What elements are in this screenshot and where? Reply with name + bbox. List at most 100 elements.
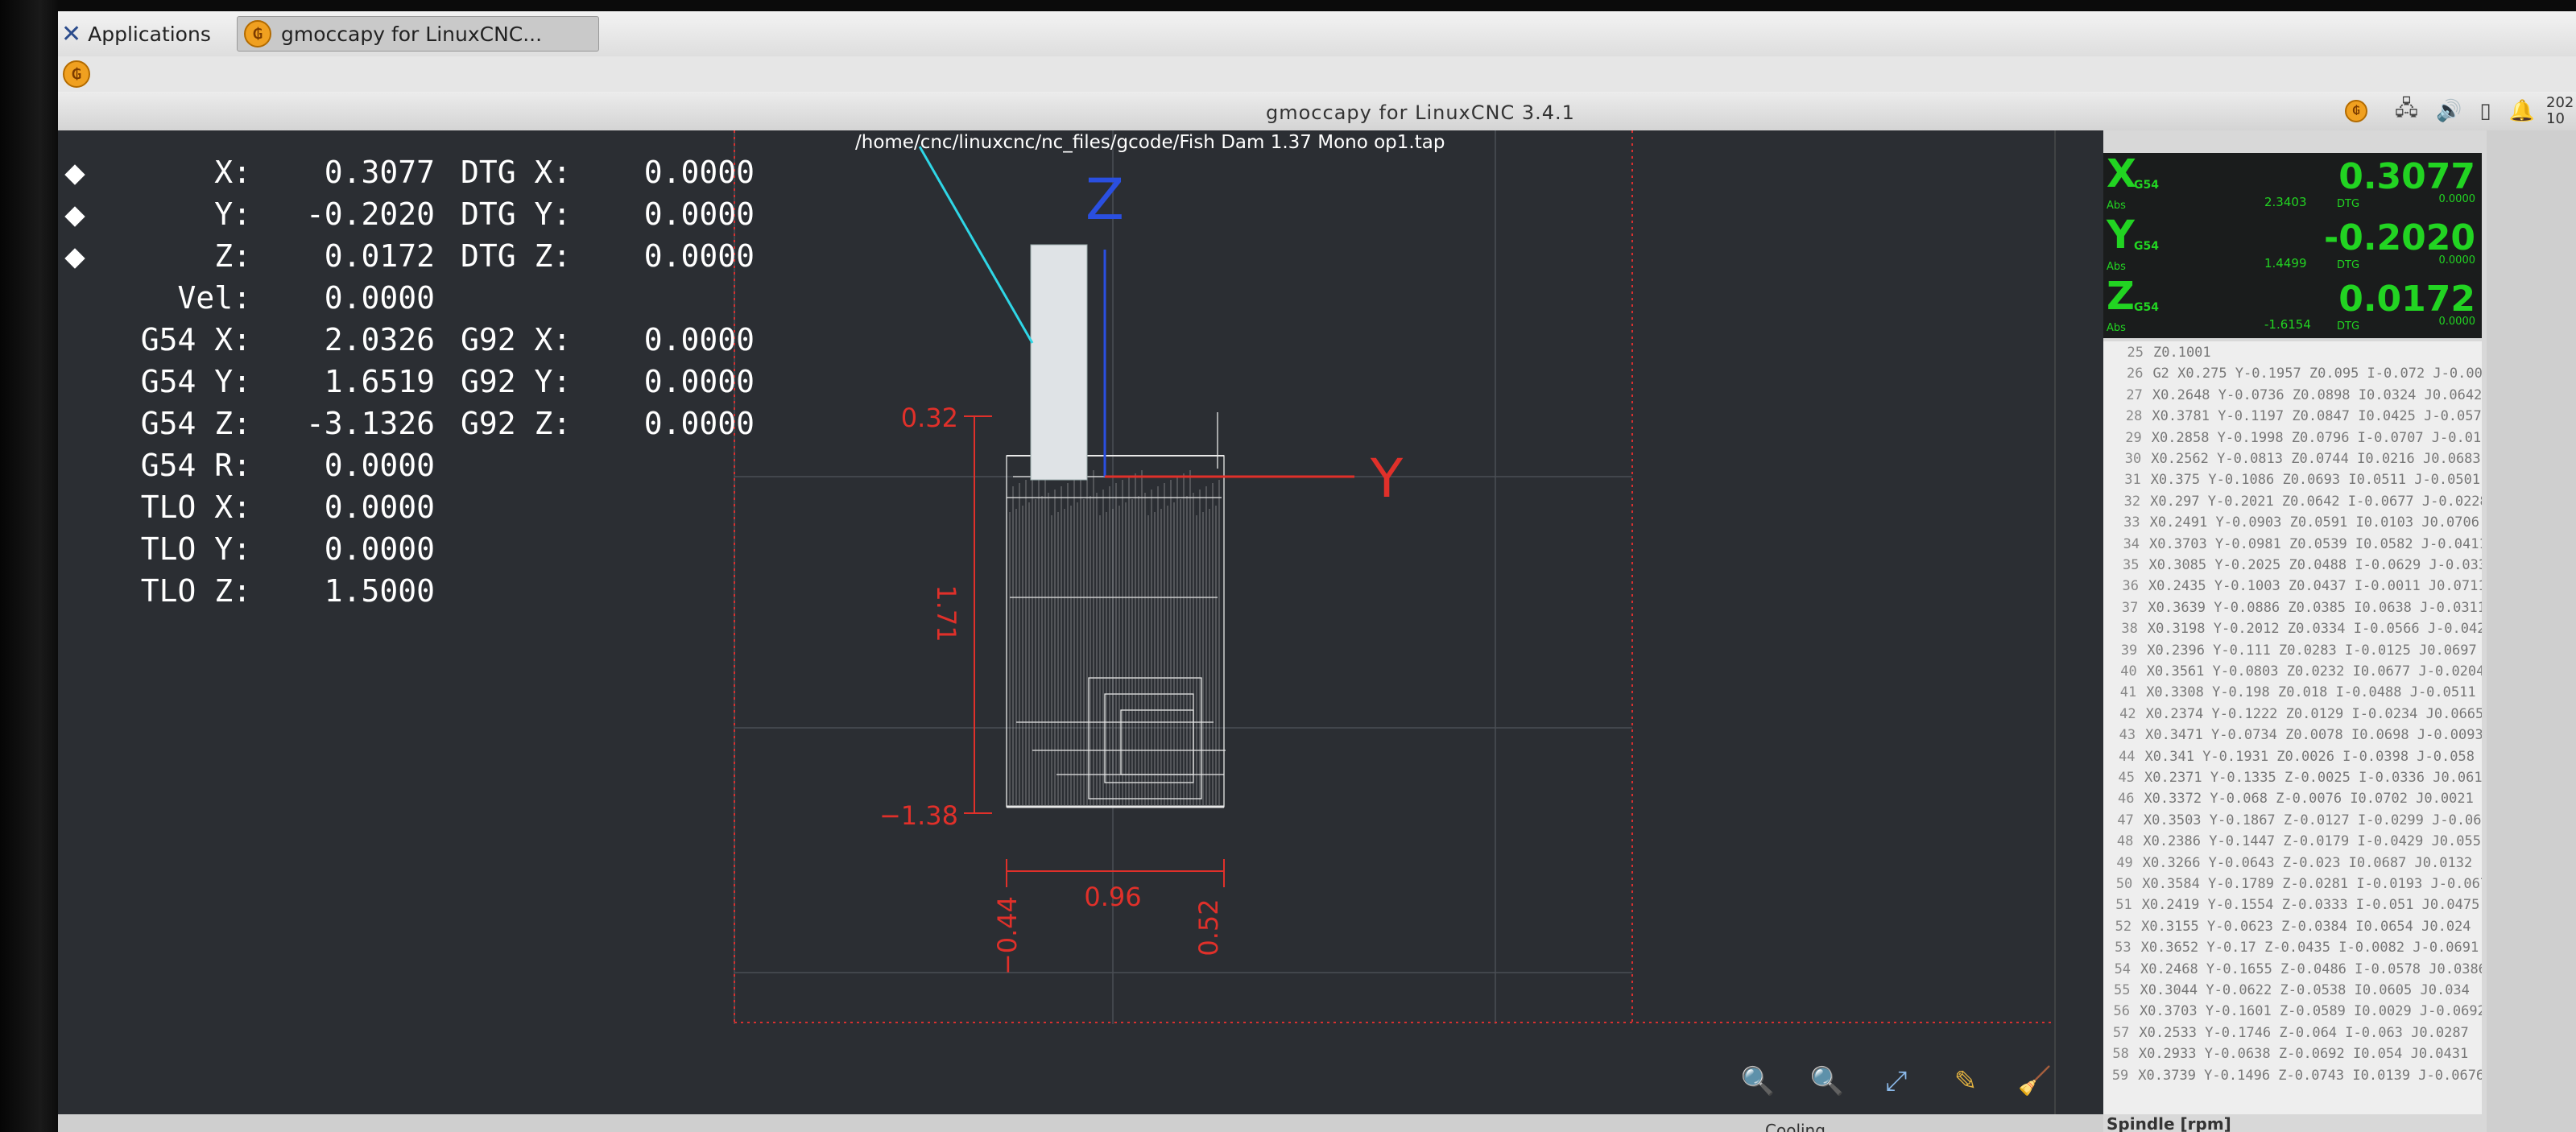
gmoccapy-launcher-icon[interactable]: ₲: [63, 60, 90, 88]
view-select-icon[interactable]: ⤢: [1879, 1064, 1913, 1098]
gcode-line[interactable]: 39 X0.2396 Y-0.111 Z0.0283 I-0.0125 J0.06…: [2103, 642, 2477, 663]
dro-value: 0.3077: [324, 155, 435, 190]
gcode-line[interactable]: 26 G2 X0.275 Y-0.1957 Z0.095 I-0.072 J-0.…: [2103, 366, 2482, 386]
abs-label: Abs: [2107, 200, 2126, 212]
abs-value: 2.3403: [2264, 195, 2307, 209]
gmoccapy-tray-icon[interactable]: ₲: [2345, 100, 2367, 122]
dro-label-2: G92 X:: [461, 322, 572, 357]
dro-value: 2.0326: [324, 322, 435, 357]
gcode-text: X0.2374 Y-0.1222 Z0.0129 I-0.0234 J0.066…: [2145, 705, 2482, 722]
gcode-line[interactable]: 40 X0.3561 Y-0.0803 Z0.0232 I0.0677 J-0.0…: [2103, 663, 2482, 684]
gcode-text: X0.3085 Y-0.2025 Z0.0488 I-0.0629 J-0.03…: [2148, 557, 2483, 573]
gcode-line[interactable]: 35 X0.3085 Y-0.2025 Z0.0488 I-0.0629 J-0.…: [2103, 557, 2482, 578]
gcode-line[interactable]: 56 X0.3703 Y-0.1601 Z-0.0589 I0.0029 J-0.…: [2103, 1003, 2482, 1024]
broom-icon[interactable]: 🧹: [2018, 1064, 2052, 1098]
gcode-line[interactable]: 51 X0.2419 Y-0.1554 Z-0.0333 I-0.051 J0.0…: [2103, 897, 2479, 918]
dtg-label: DTG: [2337, 320, 2360, 333]
gcode-line[interactable]: 25 Z0.1001: [2103, 345, 2482, 366]
gcode-line[interactable]: 42 X0.2374 Y-0.1222 Z0.0129 I-0.0234 J0.0…: [2103, 706, 2482, 727]
line-number: 25: [2127, 345, 2144, 361]
gcode-line[interactable]: 32 X0.297 Y-0.2021 Z0.0642 I-0.0677 J-0.0…: [2103, 494, 2482, 514]
gcode-line[interactable]: 27 X0.2648 Y-0.0736 Z0.0898 I0.0324 J0.06…: [2103, 387, 2482, 408]
line-number: 46: [2117, 791, 2135, 808]
clock[interactable]: 202 10: [2546, 95, 2574, 127]
taskbar-window-button[interactable]: ₲ gmoccapy for LinuxCNC...: [237, 16, 599, 52]
dtg-label: DTG: [2337, 259, 2360, 271]
gcode-text: X0.3372 Y-0.068 Z-0.0076 I0.0702 J0.0021: [2144, 791, 2474, 808]
gcode-line[interactable]: 43 X0.3471 Y-0.0734 Z0.0078 I0.0698 J-0.0…: [2103, 727, 2482, 748]
window-title: gmoccapy for LinuxCNC 3.4.1: [1266, 101, 1575, 124]
gcode-line[interactable]: 46 X0.3372 Y-0.068 Z-0.0076 I0.0702 J0.00…: [2103, 791, 2474, 812]
gcode-line[interactable]: 55 X0.3044 Y-0.0622 Z-0.0538 I0.0605 J0.0…: [2103, 982, 2470, 1003]
gcode-text: X0.2933 Y-0.0638 Z-0.0692 I0.054 J0.0431: [2138, 1046, 2469, 1063]
dro-value: 0.0000: [324, 448, 435, 483]
gcode-line[interactable]: 45 X0.2371 Y-0.1335 Z-0.0025 I-0.0336 J0.…: [2103, 770, 2482, 791]
applications-menu-button[interactable]: ✕ Applications: [61, 16, 230, 52]
gcode-line[interactable]: 52 X0.3155 Y-0.0623 Z-0.0384 I0.0654 J0.0…: [2103, 918, 2471, 940]
gcode-line[interactable]: 59 X0.3739 Y-0.1496 Z-0.0743 I0.0139 J-0.…: [2103, 1068, 2482, 1089]
gcode-line[interactable]: 44 X0.341 Y-0.1931 Z0.0026 I-0.0398 J-0.0…: [2103, 749, 2475, 770]
dro-label-2: DTG Z:: [461, 238, 572, 274]
gcode-line[interactable]: 30 X0.2562 Y-0.0813 Z0.0744 I0.0216 J0.06…: [2103, 451, 2481, 472]
gcode-line[interactable]: 28 X0.3781 Y-0.1197 Z0.0847 I0.0425 J-0.0…: [2103, 408, 2482, 429]
dtg-label: DTG: [2337, 198, 2360, 210]
notification-bell-icon[interactable]: 🔔: [2509, 99, 2535, 123]
gcode-line[interactable]: 34 X0.3703 Y-0.0981 Z0.0539 I0.0582 J-0.0…: [2103, 536, 2482, 557]
battery-icon[interactable]: ▯: [2479, 99, 2491, 123]
gcode-text: X0.3703 Y-0.0981 Z0.0539 I0.0582 J-0.041…: [2149, 535, 2482, 552]
abs-value: -1.6154: [2264, 317, 2311, 332]
dro-label-2: G92 Y:: [461, 364, 572, 399]
height-dimension: [964, 415, 992, 814]
volume-icon[interactable]: 🔊: [2436, 99, 2462, 123]
line-number: 52: [2115, 918, 2132, 935]
gcode-line[interactable]: 50 X0.3584 Y-0.1789 Z-0.0281 I-0.0193 J-0…: [2103, 876, 2482, 897]
dro-axis-y[interactable]: Y G54 -0.2020 Abs 1.4499 DTG 0.0000: [2103, 213, 2482, 275]
clock-line-1: 202: [2546, 94, 2574, 111]
gcode-line[interactable]: 47 X0.3503 Y-0.1867 Z-0.0127 I-0.0299 J-0…: [2103, 812, 2482, 833]
dro-label: Y:: [214, 196, 251, 232]
coolant-label: Cooling: [1765, 1121, 1826, 1132]
dro-axis-x[interactable]: X G54 0.3077 Abs 2.3403 DTG 0.0000: [2103, 151, 2482, 214]
line-number: 41: [2119, 684, 2137, 701]
gcode-line[interactable]: 29 X0.2858 Y-0.1998 Z0.0796 I-0.0707 J-0.…: [2103, 429, 2482, 451]
axis-value: -0.2020: [2323, 217, 2475, 258]
gcode-line[interactable]: 53 X0.3652 Y-0.17 Z-0.0435 I-0.0082 J-0.0…: [2103, 940, 2479, 961]
gcode-line[interactable]: 31 X0.375 Y-0.1086 Z0.0693 I0.0511 J-0.05…: [2103, 472, 2480, 493]
tool-body: [1030, 244, 1088, 481]
gcode-text: X0.3639 Y-0.0886 Z0.0385 I0.0638 J-0.031…: [2148, 599, 2482, 616]
gcode-text: X0.3781 Y-0.1197 Z0.0847 I0.0425 J-0.057…: [2152, 408, 2482, 425]
line-number: 29: [2125, 429, 2142, 446]
path-pointer-line: [918, 146, 1034, 344]
toolpath-preview[interactable]: Z Y 0.32 −1.38 1.71 0.96 −0.44 0.52 /hom…: [58, 130, 2103, 1132]
axis-letter: Y: [2107, 213, 2135, 258]
zoom-out-icon[interactable]: 🔍: [1810, 1064, 1844, 1098]
line-number: 58: [2112, 1046, 2129, 1063]
gcode-line[interactable]: 36 X0.2435 Y-0.1003 Z0.0437 I-0.0011 J0.0…: [2103, 578, 2482, 599]
dro-value: -3.1326: [305, 406, 435, 441]
dro-value: 0.0000: [324, 531, 435, 567]
gcode-line[interactable]: 54 X0.2468 Y-0.1655 Z-0.0486 I-0.0578 J0.…: [2103, 961, 2482, 982]
gcode-line[interactable]: 48 X0.2386 Y-0.1447 Z-0.0179 I-0.0429 J0.…: [2103, 833, 2482, 854]
pencil-icon[interactable]: ✎: [1949, 1064, 1983, 1098]
gcode-line[interactable]: 41 X0.3308 Y-0.198 Z0.018 I-0.0488 J-0.05…: [2103, 684, 2476, 705]
gcode-text: X0.2386 Y-0.1447 Z-0.0179 I-0.0429 J0.05…: [2143, 833, 2482, 850]
network-icon[interactable]: 🖧: [2395, 93, 2418, 129]
gcode-line[interactable]: 58 X0.2933 Y-0.0638 Z-0.0692 I0.054 J0.04…: [2103, 1046, 2469, 1067]
gcode-line[interactable]: 57 X0.2533 Y-0.1746 Z-0.064 I-0.063 J0.02…: [2103, 1025, 2469, 1046]
gcode-line[interactable]: 49 X0.3266 Y-0.0643 Z-0.023 I0.0687 J0.01…: [2103, 855, 2472, 876]
zoom-in-icon[interactable]: 🔍: [1741, 1064, 1775, 1098]
gcode-view[interactable]: 25 Z0.1001 26 G2 X0.275 Y-0.1957 Z0.095 I-0…: [2103, 341, 2482, 1114]
line-number: 51: [2115, 897, 2132, 914]
gcode-text: X0.3739 Y-0.1496 Z-0.0743 I0.0139 J-0.06…: [2138, 1067, 2482, 1084]
main-dro: X G54 0.3077 Abs 2.3403 DTG 0.0000 Y G54 -0.2020 A…: [2103, 151, 2482, 338]
xfce-logo-icon: ✕: [61, 19, 82, 48]
gcode-line[interactable]: 38 X0.3198 Y-0.2012 Z0.0334 I-0.0566 J-0.…: [2103, 621, 2482, 642]
line-number: 47: [2117, 812, 2134, 828]
gcode-line[interactable]: 37 X0.3639 Y-0.0886 Z0.0385 I0.0638 J-0.0…: [2103, 600, 2482, 621]
gcode-text: X0.3652 Y-0.17 Z-0.0435 I-0.0082 J-0.069…: [2140, 940, 2479, 956]
gcode-line[interactable]: 33 X0.2491 Y-0.0903 Z0.0591 I0.0103 J0.07…: [2103, 514, 2479, 535]
dro-axis-z[interactable]: Z G54 0.0172 Abs -1.6154 DTG 0.0000: [2103, 274, 2482, 337]
dro-value-2: 0.0000: [643, 196, 755, 232]
desktop-panel: ✕ Applications ₲ gmoccapy for LinuxCNC..…: [58, 11, 2576, 57]
preview-toolbar: 🔍 🔍 ⤢ ✎ 🧹: [1741, 1064, 2052, 1098]
